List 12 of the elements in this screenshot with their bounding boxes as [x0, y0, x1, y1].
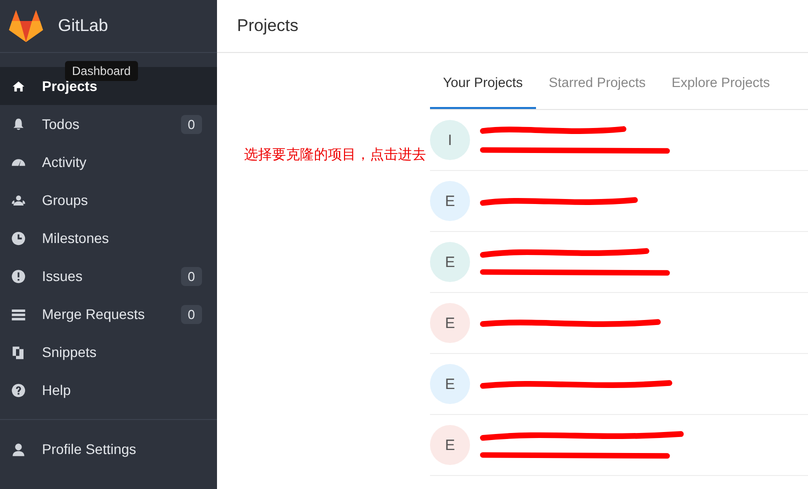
avatar: E: [430, 364, 470, 404]
page-title: Projects: [237, 16, 298, 36]
avatar: E: [430, 425, 470, 465]
avatar: E: [430, 242, 470, 282]
count-badge: 0: [180, 114, 202, 134]
avatar: I: [430, 120, 470, 160]
avatar: E: [430, 303, 470, 343]
annotation-text: 选择要克隆的项目，点击进去: [244, 145, 427, 164]
count-badge: 0: [180, 304, 202, 324]
avatar: E: [430, 181, 470, 221]
tooltip: Dashboard: [65, 61, 138, 81]
count-badge: 0: [180, 266, 202, 286]
